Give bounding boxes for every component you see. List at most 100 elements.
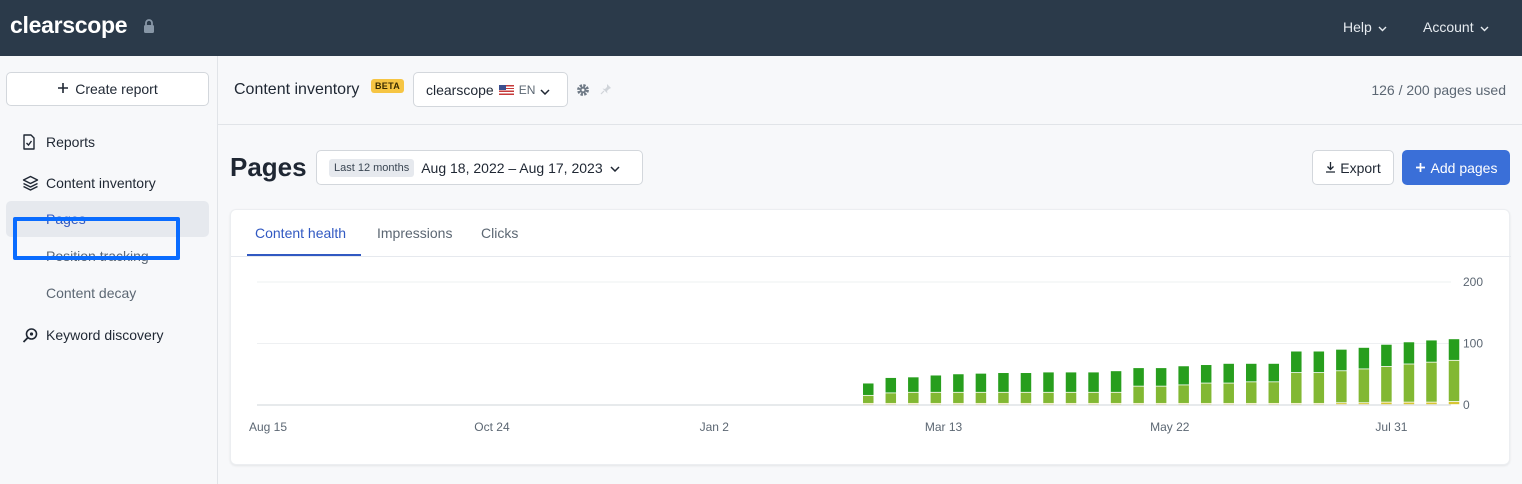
bar-segment[interactable]	[1043, 392, 1054, 403]
x-tick-label: Oct 24	[474, 420, 510, 434]
sidebar-item-content-decay[interactable]: Content decay	[6, 275, 209, 311]
bar-segment[interactable]	[1448, 339, 1460, 360]
create-report-label: Create report	[75, 81, 158, 97]
pin-icon[interactable]	[600, 82, 612, 100]
bar-segment[interactable]	[1358, 347, 1370, 369]
bar-segment[interactable]	[1088, 372, 1099, 392]
bar-segment[interactable]	[1223, 383, 1234, 403]
bar-segment[interactable]	[1358, 369, 1370, 403]
bar-segment[interactable]	[975, 392, 987, 403]
bar-segment[interactable]	[1313, 373, 1325, 403]
bar-segment[interactable]	[1133, 386, 1144, 403]
download-icon	[1325, 160, 1336, 176]
create-report-button[interactable]: Create report	[6, 72, 209, 106]
chevron-down-icon	[610, 159, 620, 177]
bar-segment[interactable]	[1358, 403, 1370, 405]
bar-segment[interactable]	[1381, 366, 1392, 402]
bar-segment[interactable]	[1178, 366, 1189, 385]
bar-segment[interactable]	[1223, 363, 1234, 383]
bar-segment[interactable]	[885, 377, 897, 393]
account-menu[interactable]: Account	[1423, 19, 1489, 35]
add-pages-button[interactable]: Add pages	[1402, 150, 1510, 185]
bar-segment[interactable]	[1065, 392, 1077, 403]
language-code: EN	[518, 82, 536, 97]
bar-segment[interactable]	[1448, 360, 1460, 402]
bar-segment[interactable]	[1381, 344, 1392, 367]
lock-icon	[143, 19, 155, 38]
section-title: Pages	[230, 152, 307, 182]
sidebar-item-label: Keyword discovery	[46, 327, 164, 343]
plus-icon	[1415, 160, 1426, 176]
export-button[interactable]: Export	[1312, 150, 1394, 185]
bar-segment[interactable]	[1268, 382, 1280, 403]
sidebar-item-reports[interactable]: Reports	[6, 124, 209, 160]
bar-segment[interactable]	[1336, 403, 1347, 405]
x-tick-label: Jan 2	[700, 420, 730, 434]
bar-segment[interactable]	[1426, 402, 1437, 405]
content-inventory-header: Content inventory BETA clearscope EN 126…	[218, 56, 1522, 125]
page-title: Content inventory	[234, 81, 360, 98]
x-tick-label: May 22	[1150, 420, 1190, 434]
bar-segment[interactable]	[1133, 368, 1144, 386]
account-label: Account	[1423, 19, 1474, 35]
tab-impressions[interactable]: Impressions	[377, 225, 452, 241]
tab-content-health[interactable]: Content health	[255, 225, 346, 241]
bar-segment[interactable]	[1178, 385, 1189, 403]
bar-segment[interactable]	[908, 377, 919, 392]
bar-segment[interactable]	[953, 392, 964, 403]
bar-segment[interactable]	[1268, 363, 1280, 382]
bar-segment[interactable]	[1336, 349, 1347, 371]
y-tick-label: 100	[1463, 337, 1483, 351]
y-tick-label: 200	[1463, 275, 1483, 289]
help-menu[interactable]: Help	[1343, 19, 1387, 35]
date-range-select[interactable]: Last 12 months Aug 18, 2022 – Aug 17, 20…	[316, 150, 643, 185]
sidebar-item-content-inventory[interactable]: Content inventory	[6, 165, 209, 201]
bar-segment[interactable]	[1245, 363, 1257, 382]
bar-segment[interactable]	[1426, 362, 1437, 402]
bar-segment[interactable]	[1200, 365, 1212, 383]
bar-segment[interactable]	[863, 395, 874, 403]
bar-segment[interactable]	[1020, 392, 1032, 403]
bar-segment[interactable]	[1291, 351, 1302, 373]
sidebar-item-keyword-discovery[interactable]: Keyword discovery	[6, 317, 209, 353]
bar-segment[interactable]	[930, 375, 942, 392]
bar-segment[interactable]	[1403, 342, 1415, 364]
site-select[interactable]: clearscope EN	[413, 72, 568, 107]
bar-segment[interactable]	[885, 393, 897, 403]
bar-segment[interactable]	[1200, 383, 1212, 403]
bar-segment[interactable]	[908, 392, 919, 403]
bar-segment[interactable]	[1043, 372, 1054, 392]
bar-segment[interactable]	[1088, 392, 1099, 403]
bar-segment[interactable]	[863, 383, 874, 395]
y-tick-label: 0	[1463, 398, 1470, 412]
bar-segment[interactable]	[1291, 373, 1302, 403]
bar-segment[interactable]	[998, 373, 1009, 392]
bar-segment[interactable]	[953, 374, 964, 392]
gear-icon[interactable]	[576, 83, 590, 102]
chart-card: Content health Impressions Clicks 200 100…	[230, 209, 1511, 465]
date-preset-badge: Last 12 months	[329, 158, 415, 177]
bar-segment[interactable]	[1110, 392, 1122, 403]
x-tick-label: Mar 13	[925, 420, 963, 434]
bar-segment[interactable]	[1065, 372, 1077, 392]
beta-badge: BETA	[371, 79, 405, 93]
bar-segment[interactable]	[1245, 382, 1257, 403]
bar-segment[interactable]	[1155, 368, 1167, 386]
bar-segment[interactable]	[930, 392, 942, 403]
bar-segment[interactable]	[1426, 340, 1437, 362]
x-tick-label: Aug 15	[249, 420, 287, 434]
x-tick-label: Jul 31	[1375, 420, 1407, 434]
bar-segment[interactable]	[1155, 386, 1167, 403]
bar-segment[interactable]	[1336, 371, 1347, 403]
clearscope-logo[interactable]: clearscope	[10, 12, 128, 39]
bar-segment[interactable]	[1403, 364, 1415, 402]
bar-segment[interactable]	[975, 373, 987, 392]
bar-segment[interactable]	[998, 392, 1009, 403]
bar-segment[interactable]	[1020, 373, 1032, 392]
bar-segment[interactable]	[1448, 401, 1460, 405]
bar-segment[interactable]	[1403, 402, 1415, 405]
bar-segment[interactable]	[1381, 402, 1392, 405]
bar-segment[interactable]	[1110, 371, 1122, 392]
bar-segment[interactable]	[1313, 351, 1325, 373]
tab-clicks[interactable]: Clicks	[481, 225, 518, 241]
